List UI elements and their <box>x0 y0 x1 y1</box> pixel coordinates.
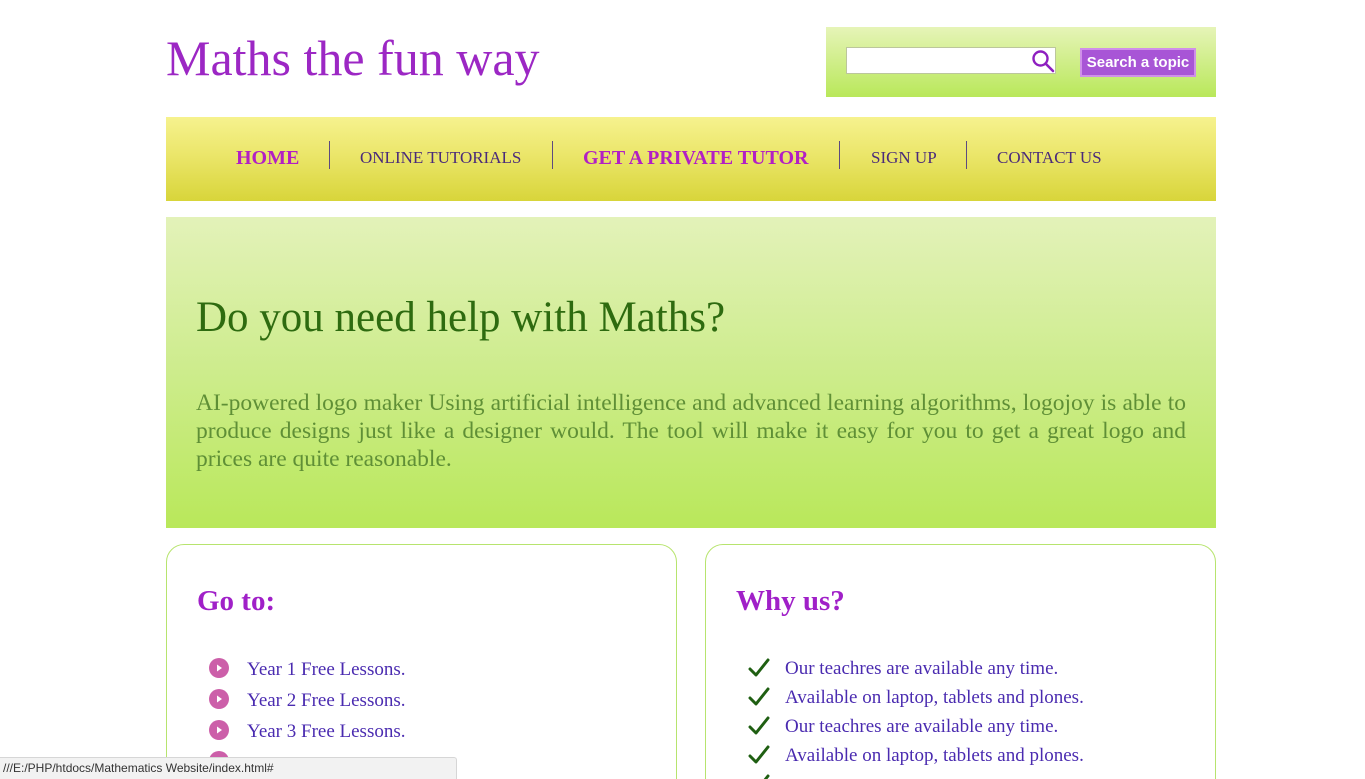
checkmark-icon <box>748 716 770 735</box>
why-us-title: Why us? <box>736 585 845 617</box>
nav-item-private-tutor[interactable]: GET A PRIVATE TUTOR <box>583 143 808 173</box>
checkmark-icon <box>748 687 770 706</box>
nav-item-home[interactable]: HOME <box>236 143 299 173</box>
nav-divider <box>966 141 967 169</box>
why-us-card: Why us? Our teachres are available any t… <box>705 544 1216 779</box>
site-title[interactable]: Maths the fun way <box>166 28 540 88</box>
why-us-item-label: Our teachres are available any time. <box>785 658 1059 679</box>
play-circle-icon <box>209 720 229 740</box>
nav-item-online-tutorials[interactable]: ONLINE TUTORIALS <box>360 143 521 173</box>
hero-banner: Do you need help with Maths? AI-powered … <box>166 217 1216 528</box>
search-topic-button[interactable]: Search a topic <box>1080 48 1196 77</box>
goto-item-label[interactable]: Year 3 Free Lessons. <box>247 720 406 744</box>
goto-card: Go to: Year 1 Free Lessons. Year 2 Free … <box>166 544 677 779</box>
hero-text: AI-powered logo maker Using artificial i… <box>196 390 1186 472</box>
nav-divider <box>839 141 840 169</box>
browser-status-bar: ///E:/PHP/htdocs/Mathematics Website/ind… <box>0 757 457 779</box>
search-panel: Search a topic <box>826 27 1216 97</box>
goto-title: Go to: <box>197 585 276 617</box>
hero-title: Do you need help with Maths? <box>196 294 726 341</box>
play-circle-icon <box>209 689 229 709</box>
search-input[interactable] <box>846 47 1056 74</box>
checkmark-icon <box>748 658 770 677</box>
checkmark-icon <box>748 745 770 764</box>
nav-item-sign-up[interactable]: SIGN UP <box>871 143 937 173</box>
why-us-item-label: Our teachres are available any time. <box>785 716 1059 737</box>
checkmark-icon <box>763 774 770 779</box>
why-us-item-label: Available on laptop, tablets and plones. <box>785 687 1084 708</box>
search-icon[interactable] <box>1031 49 1055 73</box>
why-us-item-label: Available on laptop, tablets and plones. <box>785 745 1084 766</box>
nav-divider <box>552 141 553 169</box>
play-circle-icon <box>209 658 229 678</box>
page: Maths the fun way Search a topic HOME ON… <box>0 0 1365 779</box>
nav-item-contact-us[interactable]: CONTACT US <box>997 143 1102 173</box>
main-nav: HOME ONLINE TUTORIALS GET A PRIVATE TUTO… <box>166 117 1216 201</box>
nav-divider <box>329 141 330 169</box>
goto-item-label[interactable]: Year 2 Free Lessons. <box>247 689 406 713</box>
goto-item-label[interactable]: Year 1 Free Lessons. <box>247 658 406 682</box>
